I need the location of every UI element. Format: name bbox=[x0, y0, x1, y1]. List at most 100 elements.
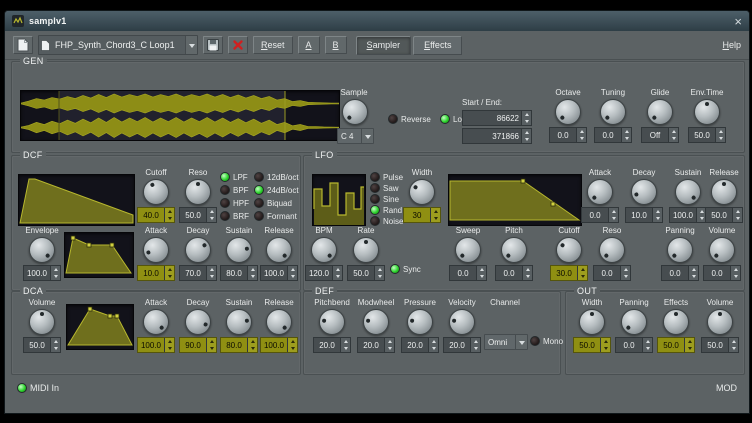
modwheel-spinbox[interactable]: 20.0 bbox=[357, 337, 395, 353]
spin-arrows[interactable] bbox=[688, 266, 698, 280]
knob-lfo-sweep[interactable]: Sweep0.0 bbox=[448, 226, 488, 281]
spin-arrows[interactable] bbox=[684, 338, 694, 352]
knob-lfo-decay[interactable]: Decay10.0 bbox=[624, 168, 664, 223]
spin-up-icon[interactable] bbox=[522, 129, 531, 136]
spin-down-icon[interactable] bbox=[609, 215, 618, 222]
bpf-led[interactable] bbox=[220, 185, 230, 195]
spin-down-icon[interactable] bbox=[622, 135, 631, 142]
start-spinbox[interactable]: 86622 bbox=[462, 110, 532, 126]
dca-envelope-display[interactable] bbox=[66, 304, 134, 350]
loop-led[interactable] bbox=[440, 114, 450, 124]
12db-oct-led[interactable] bbox=[254, 172, 264, 182]
spin-down-icon[interactable] bbox=[333, 273, 342, 280]
spin-arrows[interactable] bbox=[470, 338, 480, 352]
release-spinbox[interactable]: 50.0 bbox=[705, 207, 743, 223]
spin-down-icon[interactable] bbox=[207, 273, 216, 280]
spin-up-icon[interactable] bbox=[165, 208, 174, 215]
cutoff-knob[interactable] bbox=[143, 179, 169, 205]
spin-down-icon[interactable] bbox=[577, 135, 586, 142]
spin-up-icon[interactable] bbox=[578, 266, 587, 273]
spin-up-icon[interactable] bbox=[207, 208, 216, 215]
spin-arrows[interactable] bbox=[476, 266, 486, 280]
knob-dca-decay[interactable]: Decay90.0 bbox=[178, 298, 218, 353]
spin-arrows[interactable] bbox=[374, 266, 384, 280]
waveform-display[interactable] bbox=[20, 90, 340, 141]
spin-down-icon[interactable] bbox=[51, 345, 60, 352]
spin-up-icon[interactable] bbox=[385, 338, 394, 345]
reverse-radio[interactable]: Reverse bbox=[388, 114, 431, 124]
octave-spinbox[interactable]: 0.0 bbox=[549, 127, 587, 143]
spin-arrows[interactable] bbox=[287, 266, 297, 280]
spin-up-icon[interactable] bbox=[653, 208, 662, 215]
formant-radio[interactable]: Formant bbox=[254, 211, 297, 221]
sine-radio[interactable]: Sine bbox=[370, 194, 399, 204]
spin-down-icon[interactable] bbox=[51, 273, 60, 280]
width-spinbox[interactable]: 30 bbox=[403, 207, 441, 223]
pitchbend-knob[interactable] bbox=[319, 309, 345, 335]
volume-spinbox[interactable]: 50.0 bbox=[23, 337, 61, 353]
tab-effects[interactable]: Effects bbox=[413, 36, 462, 55]
spin-up-icon[interactable] bbox=[341, 338, 350, 345]
knob-dcf-decay[interactable]: Decay70.0 bbox=[178, 226, 218, 281]
noise-radio[interactable]: Noise bbox=[370, 216, 403, 226]
spin-up-icon[interactable] bbox=[288, 266, 297, 273]
glide-knob[interactable] bbox=[647, 99, 673, 125]
spin-down-icon[interactable] bbox=[431, 215, 440, 222]
tuning-spinbox[interactable]: 0.0 bbox=[594, 127, 632, 143]
filter-curve-display[interactable] bbox=[18, 174, 135, 226]
saw-led[interactable] bbox=[370, 183, 380, 193]
lpf-led[interactable] bbox=[220, 172, 230, 182]
midi-in-led[interactable] bbox=[17, 383, 27, 393]
knob-lfo-attack[interactable]: Attack0.0 bbox=[580, 168, 620, 223]
sustain-knob[interactable] bbox=[226, 309, 252, 335]
spin-up-icon[interactable] bbox=[431, 208, 440, 215]
title-bar[interactable]: samplv1 × bbox=[5, 11, 749, 31]
spin-down-icon[interactable] bbox=[477, 273, 486, 280]
knob-lfo-width[interactable]: Width30 bbox=[402, 168, 442, 223]
spin-down-icon[interactable] bbox=[522, 136, 531, 143]
spin-arrows[interactable] bbox=[521, 129, 531, 143]
pitch-spinbox[interactable]: 0.0 bbox=[495, 265, 533, 281]
spin-down-icon[interactable] bbox=[375, 273, 384, 280]
lfo-wave-display[interactable] bbox=[312, 174, 366, 226]
spin-up-icon[interactable] bbox=[165, 266, 174, 273]
preset-combo-arrow-icon[interactable] bbox=[185, 36, 197, 54]
spin-up-icon[interactable] bbox=[207, 266, 216, 273]
spin-down-icon[interactable] bbox=[729, 345, 738, 352]
formant-led[interactable] bbox=[254, 211, 264, 221]
spin-arrows[interactable] bbox=[206, 266, 216, 280]
spin-arrows[interactable] bbox=[577, 266, 587, 280]
tab-sampler[interactable]: Sampler bbox=[356, 36, 412, 55]
knob-dca-release[interactable]: Release100.0 bbox=[259, 298, 299, 353]
decay-spinbox[interactable]: 10.0 bbox=[625, 207, 663, 223]
spin-down-icon[interactable] bbox=[733, 215, 742, 222]
spin-up-icon[interactable] bbox=[375, 266, 384, 273]
spin-up-icon[interactable] bbox=[731, 266, 740, 273]
spin-down-icon[interactable] bbox=[523, 273, 532, 280]
spin-arrows[interactable] bbox=[668, 128, 678, 142]
knob-out-volume[interactable]: Volume50.0 bbox=[700, 298, 740, 353]
spin-down-icon[interactable] bbox=[653, 215, 662, 222]
spin-up-icon[interactable] bbox=[51, 338, 60, 345]
reso-spinbox[interactable]: 50.0 bbox=[179, 207, 217, 223]
spin-arrows[interactable] bbox=[164, 266, 174, 280]
channel-combo[interactable]: Omni bbox=[484, 334, 528, 350]
spin-arrows[interactable] bbox=[340, 338, 350, 352]
knob-lfo-cutoff[interactable]: Cutoff30.0 bbox=[549, 226, 589, 281]
spin-arrows[interactable] bbox=[428, 338, 438, 352]
spin-down-icon[interactable] bbox=[643, 345, 652, 352]
spin-up-icon[interactable] bbox=[522, 111, 531, 118]
width-spinbox[interactable]: 50.0 bbox=[573, 337, 611, 353]
spin-down-icon[interactable] bbox=[207, 215, 216, 222]
hpf-led[interactable] bbox=[220, 198, 230, 208]
spin-down-icon[interactable] bbox=[669, 135, 678, 142]
biquad-radio[interactable]: Biquad bbox=[254, 198, 292, 208]
spin-down-icon[interactable] bbox=[288, 273, 297, 280]
channel-combo-arrow-icon[interactable] bbox=[515, 335, 527, 349]
volume-spinbox[interactable]: 50.0 bbox=[701, 337, 739, 353]
knob-octave[interactable]: Octave0.0 bbox=[548, 88, 588, 143]
knob-reso[interactable]: Reso50.0 bbox=[178, 168, 218, 223]
knob-cutoff[interactable]: Cutoff40.0 bbox=[136, 168, 176, 223]
attack-spinbox[interactable]: 10.0 bbox=[137, 265, 175, 281]
spin-down-icon[interactable] bbox=[601, 345, 610, 352]
